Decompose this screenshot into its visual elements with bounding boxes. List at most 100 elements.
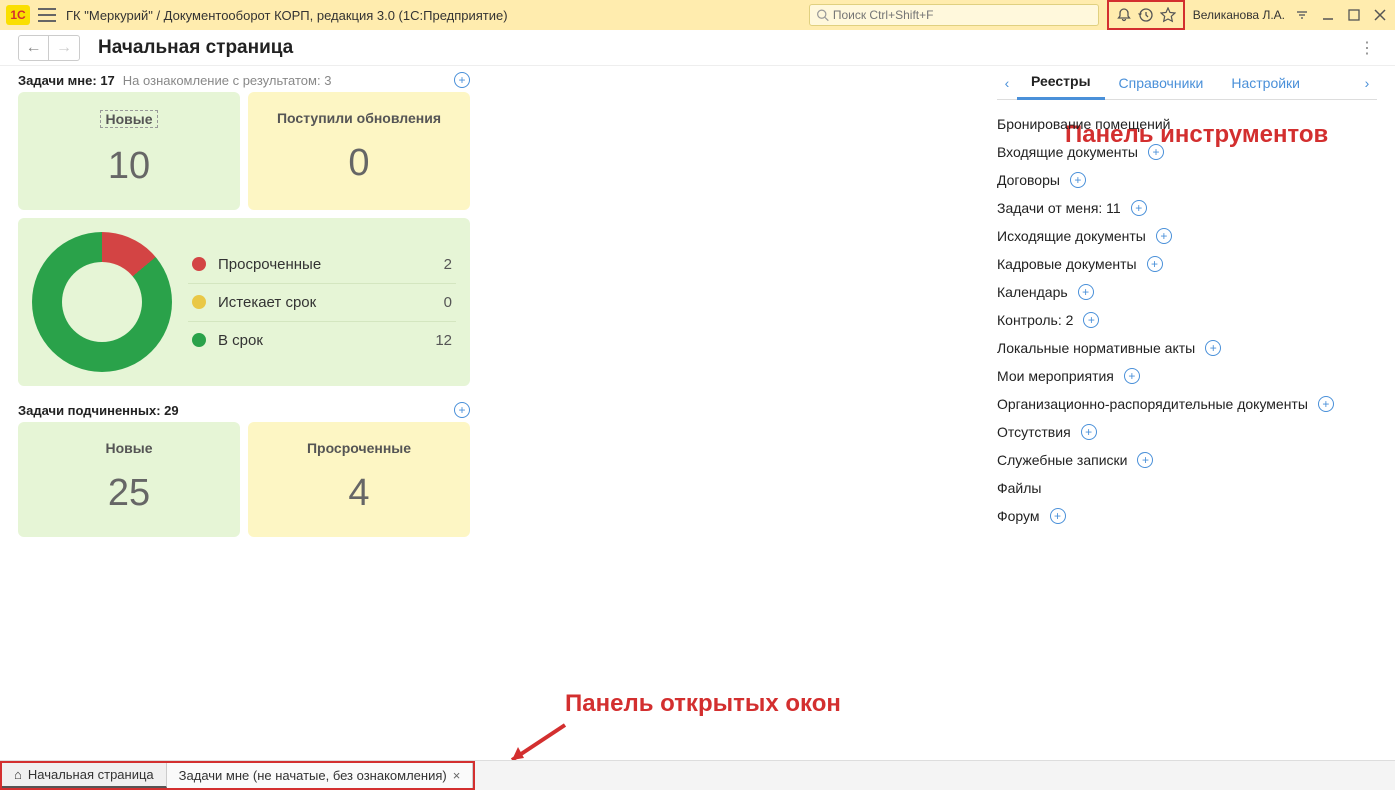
minimize-button[interactable]: [1319, 6, 1337, 24]
registry-label: Мои мероприятия: [997, 368, 1114, 384]
tab-Справочники[interactable]: Справочники: [1105, 66, 1218, 100]
add-icon[interactable]: +: [1137, 452, 1153, 468]
registry-label: Локальные нормативные акты: [997, 340, 1195, 356]
card-label: Поступили обновления: [248, 110, 470, 126]
registry-label: Входящие документы: [997, 144, 1138, 160]
tab-Настройки[interactable]: Настройки: [1217, 66, 1314, 100]
add-icon[interactable]: +: [1050, 508, 1066, 524]
menu-icon[interactable]: [38, 8, 56, 22]
registry-item[interactable]: Организационно-распорядительные документ…: [997, 390, 1377, 418]
legend-row[interactable]: Просроченные2: [188, 246, 456, 284]
registry-label: Бронирование помещений: [997, 116, 1170, 132]
registry-label: Договоры: [997, 172, 1060, 188]
history-icon[interactable]: [1135, 4, 1157, 26]
card-label: Новые: [100, 110, 157, 128]
registry-label: Файлы: [997, 480, 1041, 496]
close-button[interactable]: [1371, 6, 1389, 24]
card-value: 10: [18, 145, 240, 188]
forward-button[interactable]: →: [49, 36, 79, 60]
open-windows-panel: ⌂Начальная страница Задачи мне (не начаты…: [0, 760, 1395, 790]
registry-label: Задачи от меня: 11: [997, 200, 1121, 216]
nav-row: ← → Начальная страница ⋮: [0, 30, 1395, 66]
legend-value: 12: [435, 332, 452, 349]
legend-dot: [192, 295, 206, 309]
add-icon[interactable]: +: [1205, 340, 1221, 356]
registry-item[interactable]: Служебные записки +: [997, 446, 1377, 474]
more-icon[interactable]: ⋮: [1357, 38, 1377, 58]
back-button[interactable]: ←: [19, 36, 49, 60]
search-icon: [816, 8, 829, 22]
registry-label: Исходящие документы: [997, 228, 1146, 244]
window-tab[interactable]: ⌂Начальная страница: [2, 763, 167, 788]
tab-Реестры[interactable]: Реестры: [1017, 66, 1105, 100]
settings-icon[interactable]: [1293, 6, 1311, 24]
tasks-sub-header[interactable]: Задачи подчиненных: 29: [18, 403, 179, 418]
add-icon[interactable]: +: [1156, 228, 1172, 244]
search-box[interactable]: [809, 4, 1099, 26]
add-icon[interactable]: +: [1124, 368, 1140, 384]
card-value: 0: [248, 142, 470, 185]
tabs-scroll-left[interactable]: ‹: [997, 75, 1017, 91]
registry-item[interactable]: Кадровые документы+: [997, 250, 1377, 278]
add-icon[interactable]: +: [1147, 256, 1163, 272]
window-tab[interactable]: Задачи мне (не начатые, без ознакомления…: [167, 763, 474, 788]
add-icon[interactable]: +: [1083, 312, 1099, 328]
add-icon[interactable]: +: [1070, 172, 1086, 188]
legend-label: Истекает срок: [218, 294, 444, 311]
registry-label: Форум: [997, 508, 1040, 524]
card-value: 4: [248, 472, 470, 515]
tasks-mine-subheader[interactable]: На ознакомление с результатом: 3: [123, 73, 332, 88]
registry-label: Контроль: 2: [997, 312, 1073, 328]
registry-item[interactable]: Форум +: [997, 502, 1377, 530]
legend-row[interactable]: Истекает срок0: [188, 284, 456, 322]
tab-label: Задачи мне (не начатые, без ознакомления…: [179, 768, 447, 783]
legend-label: Просроченные: [218, 256, 444, 273]
registry-item[interactable]: Отсутствия+: [997, 418, 1377, 446]
maximize-button[interactable]: [1345, 6, 1363, 24]
close-icon[interactable]: ×: [453, 768, 461, 783]
add-icon[interactable]: +: [1148, 144, 1164, 160]
registry-item[interactable]: Задачи от меня: 11 +: [997, 194, 1377, 222]
add-icon[interactable]: +: [1318, 396, 1334, 412]
registry-item[interactable]: Локальные нормативные акты +: [997, 334, 1377, 362]
bell-icon[interactable]: [1113, 4, 1135, 26]
legend-dot: [192, 333, 206, 347]
donut-chart: [32, 232, 172, 372]
legend-row[interactable]: В срок12: [188, 322, 456, 359]
tasks-status-chart: Просроченные2Истекает срок0В срок12: [18, 218, 470, 386]
registry-item[interactable]: Мои мероприятия +: [997, 362, 1377, 390]
annotation-windows: Панель открытых окон: [565, 690, 841, 718]
registry-item[interactable]: Контроль: 2 +: [997, 306, 1377, 334]
search-input[interactable]: [833, 8, 1092, 22]
add-task-button[interactable]: +: [454, 72, 470, 88]
registry-item[interactable]: Файлы: [997, 474, 1377, 502]
toolbar-highlight: [1107, 0, 1185, 30]
registry-label: Организационно-распорядительные документ…: [997, 396, 1308, 412]
card-label: Новые: [18, 440, 240, 456]
registry-label: Календарь: [997, 284, 1068, 300]
add-icon[interactable]: +: [1081, 424, 1097, 440]
registry-item[interactable]: Входящие документы +: [997, 138, 1377, 166]
task-card[interactable]: Новые 25: [18, 422, 240, 537]
legend-value: 0: [444, 294, 452, 311]
task-card[interactable]: Просроченные4: [248, 422, 470, 537]
task-card[interactable]: Поступили обновления 0: [248, 92, 470, 210]
tasks-mine-header[interactable]: Задачи мне: 17: [18, 73, 115, 88]
registry-item[interactable]: Договоры +: [997, 166, 1377, 194]
add-icon[interactable]: +: [1078, 284, 1094, 300]
registry-item[interactable]: Календарь +: [997, 278, 1377, 306]
registry-label: Служебные записки: [997, 452, 1127, 468]
tabs-scroll-right[interactable]: ›: [1357, 75, 1377, 91]
window-title: ГК "Меркурий" / Документооборот КОРП, ре…: [66, 8, 508, 23]
legend-dot: [192, 257, 206, 271]
home-icon: ⌂: [14, 767, 22, 782]
star-icon[interactable]: [1157, 4, 1179, 26]
page-title: Начальная страница: [98, 37, 293, 59]
registry-item[interactable]: Исходящие документы +: [997, 222, 1377, 250]
task-card[interactable]: Новые 10: [18, 92, 240, 210]
registry-item[interactable]: Бронирование помещений: [997, 110, 1377, 138]
card-value: 25: [18, 472, 240, 515]
add-sub-task-button[interactable]: +: [454, 402, 470, 418]
add-icon[interactable]: +: [1131, 200, 1147, 216]
username[interactable]: Великанова Л.А.: [1193, 8, 1285, 22]
